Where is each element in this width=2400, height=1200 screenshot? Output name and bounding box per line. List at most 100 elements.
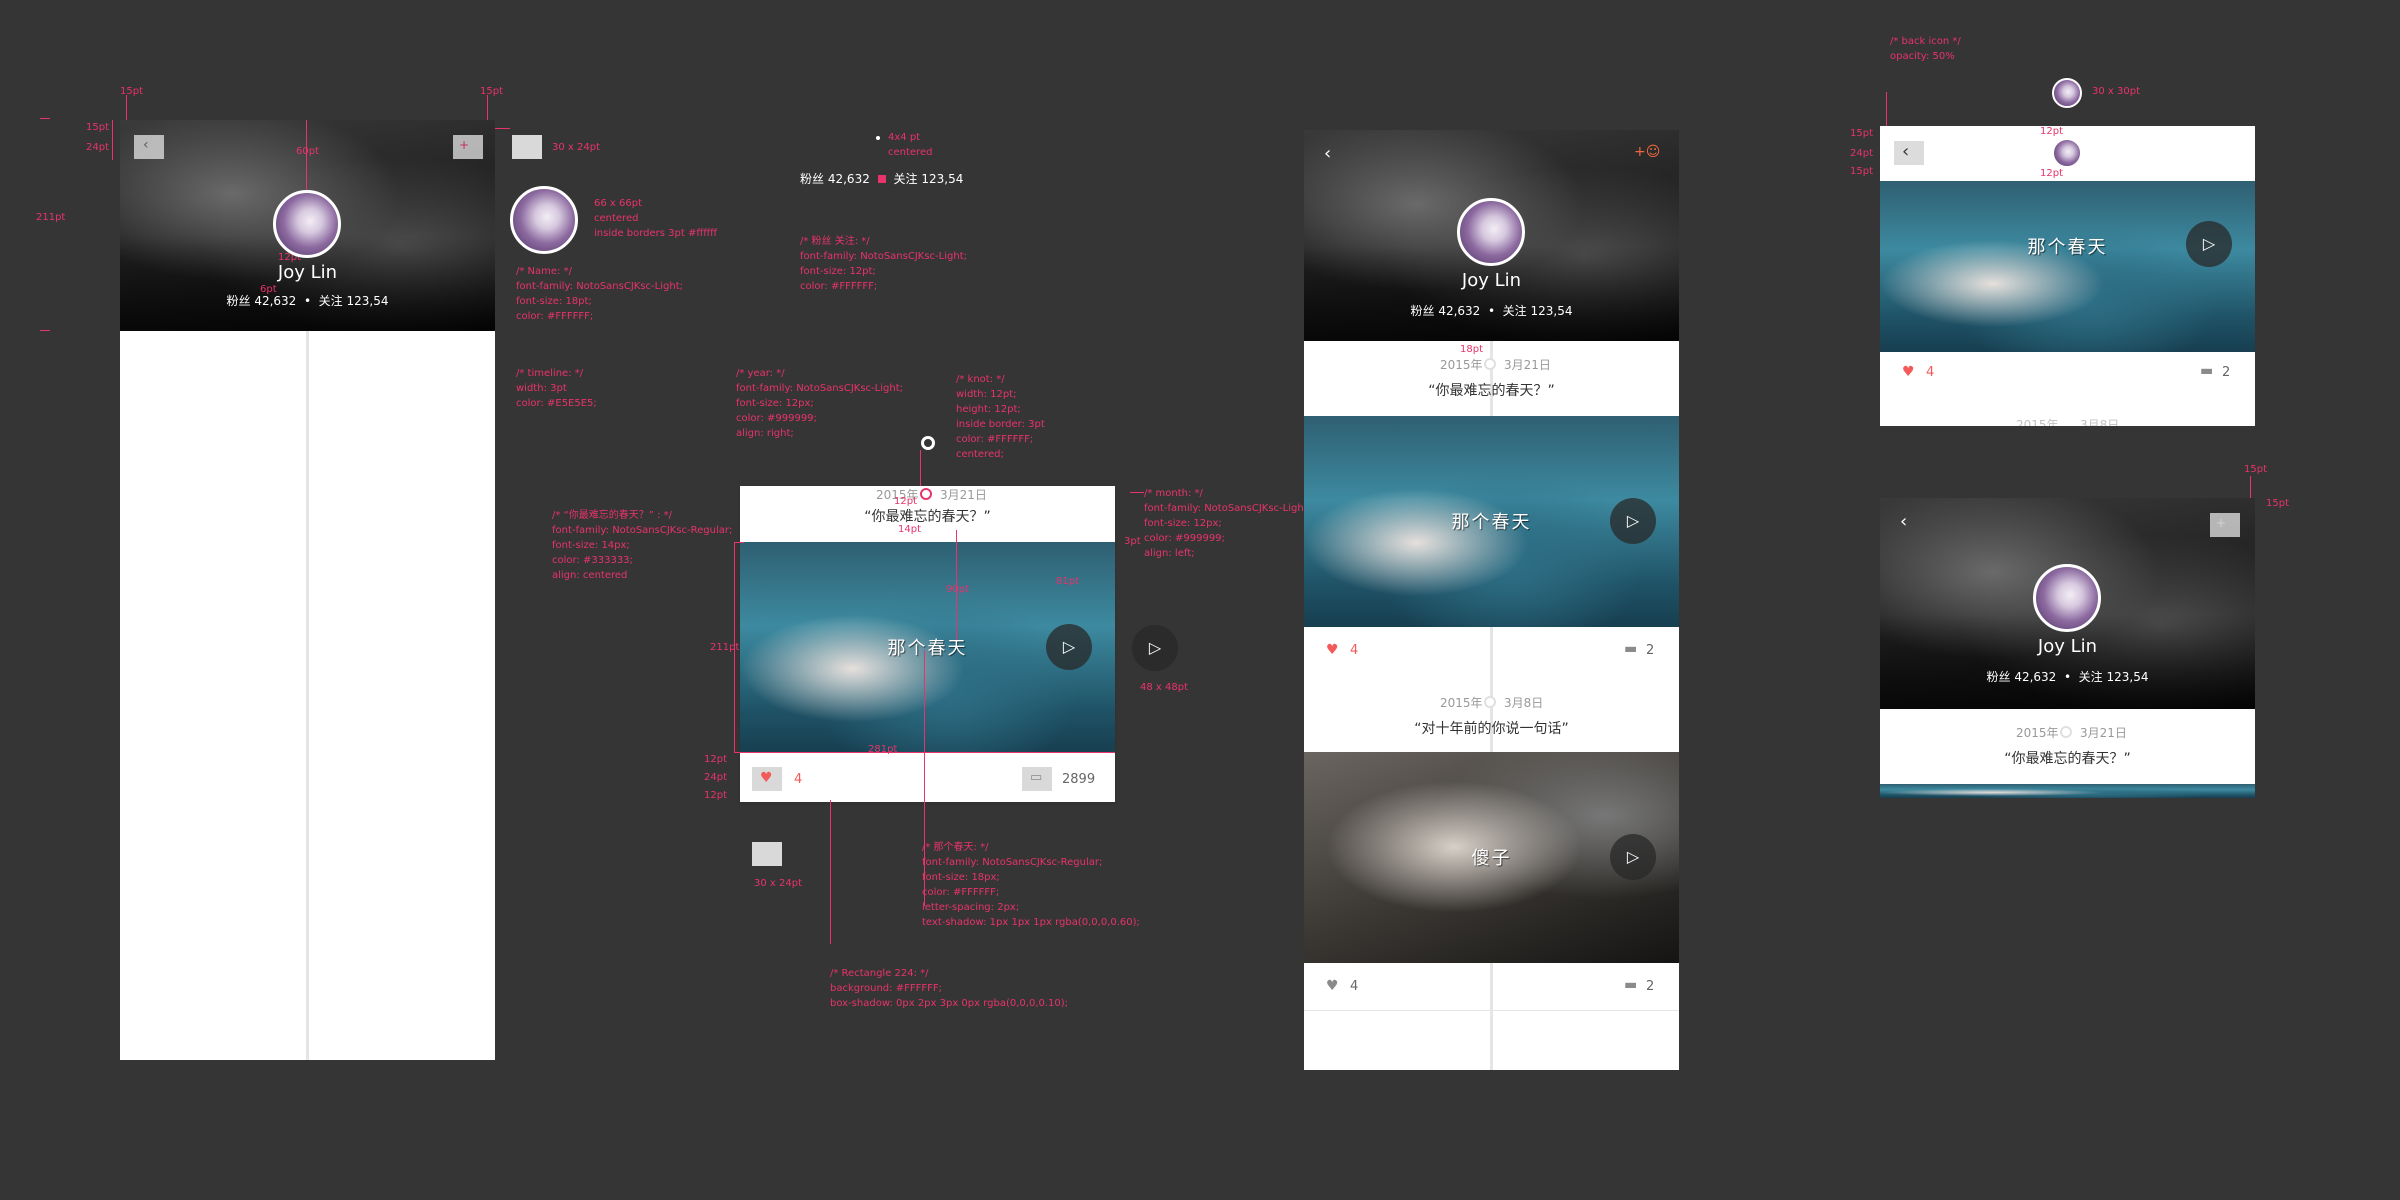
fans-count: 42,632 bbox=[254, 294, 297, 308]
post-date: 3月21日 bbox=[1504, 358, 1551, 372]
annotation-back-icon: /* back icon */ opacity: 50% bbox=[1890, 36, 1961, 62]
video-thumbnail[interactable]: 那个春天 ▷ bbox=[1304, 416, 1679, 627]
like-count: 4 bbox=[1350, 979, 1359, 994]
video-thumbnail[interactable]: 傻子 ▷ bbox=[1304, 752, 1679, 963]
avatar bbox=[2052, 138, 2082, 168]
post-year: 2015年 bbox=[1440, 358, 1483, 372]
dim-line bbox=[734, 752, 744, 753]
dim-label: 15pt bbox=[2244, 464, 2267, 475]
play-icon: ▷ bbox=[2202, 234, 2216, 253]
play-button[interactable]: ▷ bbox=[1610, 498, 1656, 544]
video-thumbnail[interactable] bbox=[1880, 784, 2255, 798]
dim-line bbox=[126, 95, 127, 120]
dim-line bbox=[495, 128, 510, 129]
dim-line bbox=[487, 95, 488, 120]
divider bbox=[1304, 1010, 1679, 1011]
profile-stats: 粉丝 42,632 • 关注 123,54 bbox=[1304, 302, 1679, 319]
comment-button[interactable]: ▭ bbox=[1022, 767, 1052, 791]
add-user-button[interactable]: + bbox=[2210, 513, 2240, 537]
dim-label: 60pt bbox=[296, 146, 319, 157]
follow-count: 123,54 bbox=[2106, 670, 2149, 684]
post-year: 2015年 bbox=[1440, 696, 1483, 710]
add-user-icon: +☺ bbox=[1634, 144, 1661, 160]
dim-line bbox=[2250, 476, 2251, 498]
comment-icon[interactable]: ▬ bbox=[1624, 641, 1637, 657]
avatar bbox=[1457, 198, 1525, 266]
comment-icon[interactable]: ▬ bbox=[2200, 363, 2213, 379]
dim-line bbox=[112, 120, 113, 160]
follow-count: 123,54 bbox=[921, 172, 964, 186]
timeline-knot bbox=[920, 488, 932, 500]
add-friend-button[interactable]: + bbox=[453, 135, 483, 159]
dim-label: 211pt bbox=[36, 212, 66, 223]
fans-label: 粉丝 bbox=[1986, 670, 2011, 684]
profile-screen: ‹ +☺ Joy Lin 粉丝 42,632 • 关注 123,54 2015年… bbox=[1304, 130, 1679, 1070]
knot-spec bbox=[921, 436, 935, 450]
dim-line bbox=[740, 752, 1115, 753]
heart-icon[interactable]: ♥ bbox=[1326, 642, 1339, 658]
post-year: 2015年 bbox=[2016, 418, 2059, 426]
play-button[interactable]: ▷ bbox=[1610, 834, 1656, 880]
dim-line bbox=[734, 542, 744, 543]
back-button[interactable]: ‹ bbox=[134, 135, 164, 159]
chevron-left-icon: ‹ bbox=[1902, 141, 1910, 162]
profile-screen-small: ‹ + Joy Lin 粉丝 42,632 • 关注 123,54 2015年 … bbox=[1880, 498, 2255, 798]
annotation-question-style: /* “你最难忘的春天？” : */ font-family: NotoSans… bbox=[552, 510, 733, 581]
play-icon: ▷ bbox=[1626, 511, 1640, 530]
heart-icon[interactable]: ♥ bbox=[1902, 364, 1915, 380]
dim-label: 12pt bbox=[894, 496, 917, 507]
avatar bbox=[2033, 564, 2101, 632]
dim-line bbox=[830, 800, 831, 944]
dim-line bbox=[924, 650, 925, 906]
dim-label: 15pt bbox=[1850, 166, 1873, 177]
follow-label: 关注 bbox=[893, 172, 918, 186]
dim-label: 12pt bbox=[2040, 126, 2063, 137]
annotation-avatar: 66 x 66pt centered inside borders 3pt #f… bbox=[594, 198, 718, 239]
like-button[interactable]: ♥ bbox=[752, 767, 782, 791]
annotation-name-style: /* Name: */ font-family: NotoSansCJKsc-L… bbox=[516, 266, 683, 322]
play-button[interactable]: ▷ bbox=[2186, 221, 2232, 267]
comment-icon[interactable]: ▬ bbox=[1624, 977, 1637, 993]
video-thumbnail[interactable]: 那个春天 ▷ bbox=[1880, 181, 2255, 352]
fans-label: 粉丝 bbox=[1410, 304, 1435, 318]
dim-label: 15pt bbox=[2266, 498, 2289, 509]
dim-label: 90pt bbox=[946, 584, 969, 595]
wireframe-screen: ‹ + Joy Lin 粉丝 42,632 • 关注 123,54 bbox=[120, 120, 495, 1060]
dim-label: 281pt bbox=[868, 744, 898, 755]
dim-label: 3pt bbox=[1124, 536, 1141, 547]
stats-separator: • bbox=[2063, 670, 2072, 684]
dim-label: 18pt bbox=[1460, 344, 1483, 355]
dim-line bbox=[920, 450, 921, 486]
btn-placeholder bbox=[512, 135, 542, 159]
play-icon: ▷ bbox=[1626, 847, 1640, 866]
video-thumbnail[interactable]: 那个春天 ▷ bbox=[740, 542, 1115, 753]
annotation-avatar-30: 30 x 30pt bbox=[2092, 86, 2140, 97]
dim-label: 81pt bbox=[1056, 576, 1079, 587]
dim-label: 14pt bbox=[898, 524, 921, 535]
comment-count: 2 bbox=[2222, 365, 2231, 380]
heart-icon[interactable]: ♥ bbox=[1326, 978, 1339, 994]
back-button[interactable]: ‹ bbox=[1324, 144, 1331, 164]
back-button[interactable]: ‹ bbox=[1894, 141, 1924, 165]
add-user-button[interactable]: +☺ bbox=[1634, 144, 1660, 160]
profile-name: Joy Lin bbox=[2037, 636, 2098, 657]
back-button[interactable]: ‹ bbox=[1900, 512, 1907, 532]
play-icon: ▷ bbox=[1062, 637, 1076, 656]
collapsed-header-screen: ‹ 那个春天 ▷ ♥ 4 ▬ 2 2015年 3月8日 bbox=[1880, 126, 2255, 426]
post-question: “你最难忘的春天？” bbox=[864, 509, 991, 525]
fans-count: 42,632 bbox=[2014, 670, 2057, 684]
post-question: “对十年前的你说一句话” bbox=[1414, 721, 1569, 737]
annotation-btn-size: 30 x 24pt bbox=[552, 142, 600, 153]
follow-count: 123,54 bbox=[1530, 304, 1573, 318]
dim-line bbox=[40, 330, 50, 331]
profile-stats: 粉丝 42,632 • 关注 123,54 bbox=[1880, 668, 2255, 685]
play-button[interactable]: ▷ bbox=[1046, 624, 1092, 670]
dim-label: 24pt bbox=[704, 772, 727, 783]
like-count: 4 bbox=[1350, 643, 1359, 658]
profile-name: Joy Lin bbox=[1461, 270, 1522, 291]
follow-label: 关注 bbox=[1502, 304, 1527, 318]
post-question: “你最难忘的春天？” bbox=[2004, 751, 2131, 767]
annotation-btn-size-b: 30 x 24pt bbox=[754, 878, 802, 889]
avatar-spec bbox=[2052, 78, 2082, 108]
fans-label: 粉丝 bbox=[226, 294, 251, 308]
